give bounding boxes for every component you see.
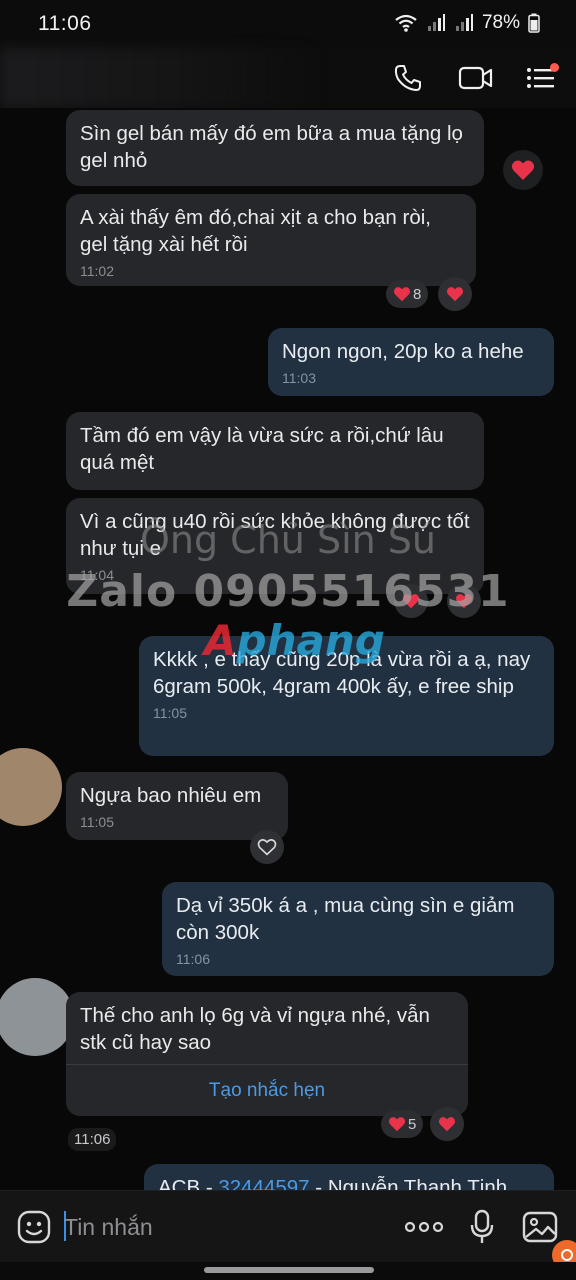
- message-bubble[interactable]: A xài thấy êm đó,chai xịt a cho bạn ròi,…: [66, 194, 476, 286]
- heart-icon: [455, 594, 473, 609]
- notification-dot: [550, 63, 559, 72]
- video-call-button[interactable]: [456, 58, 496, 98]
- reaction-button[interactable]: [503, 150, 543, 190]
- voice-button[interactable]: [462, 1207, 502, 1247]
- message-time: 11:05: [153, 705, 187, 721]
- wifi-icon: [395, 14, 417, 32]
- contact-name-blurred: [0, 48, 320, 108]
- chat-bubble-icon: [561, 1249, 573, 1261]
- message-text: Ngựa bao nhiêu em: [80, 784, 262, 807]
- bank-name: ACB: [158, 1176, 201, 1190]
- watermark-logo: Aphang: [204, 616, 385, 665]
- message-text: Dạ vỉ 350k á a , mua cùng sìn e giảm còn…: [176, 894, 515, 944]
- battery-icon: [528, 13, 540, 33]
- message-time: 11:02: [80, 263, 114, 279]
- call-button[interactable]: [388, 58, 428, 98]
- heart-icon: [393, 287, 411, 302]
- heart-icon: [438, 1117, 456, 1132]
- battery-level: 78%: [481, 12, 520, 33]
- reaction-button[interactable]: [430, 1107, 464, 1141]
- status-time: 11:06: [38, 12, 92, 35]
- home-indicator[interactable]: [204, 1267, 374, 1273]
- account-holder: Nguyễn Thanh Tịnh: [327, 1176, 508, 1190]
- avatar[interactable]: [0, 978, 74, 1056]
- emoji-icon: [17, 1210, 51, 1244]
- message-list[interactable]: Sìn gel bán mấy đó em bữa a mua tặng lọ …: [0, 108, 576, 1190]
- signal-icon: [455, 14, 473, 31]
- message-time: 11:06: [176, 951, 210, 967]
- image-icon: [522, 1211, 558, 1243]
- reaction-count: 8: [413, 285, 422, 303]
- message-time: 11:04: [80, 567, 114, 583]
- reaction-count: 5: [408, 1115, 417, 1133]
- avatar[interactable]: [0, 748, 62, 826]
- microphone-icon: [470, 1209, 494, 1243]
- reaction-button[interactable]: [250, 830, 284, 864]
- message-input-bar: [0, 1190, 576, 1262]
- message-text: Tầm đó em vậy là vừa sức a rồi,chứ lâu q…: [80, 424, 444, 474]
- chat-header: [0, 48, 576, 108]
- menu-button[interactable]: [522, 58, 562, 98]
- heart-outline-icon: [257, 839, 277, 856]
- more-dots-icon: [404, 1221, 444, 1233]
- heart-icon: [446, 287, 464, 302]
- gallery-button[interactable]: [520, 1207, 560, 1247]
- status-icons: 78%: [394, 12, 540, 34]
- message-text: Ngon ngon, 20p ko a hehe: [282, 340, 524, 363]
- reaction-summary[interactable]: [394, 584, 428, 618]
- message-bubble[interactable]: Dạ vỉ 350k á a , mua cùng sìn e giảm còn…: [162, 882, 554, 976]
- phone-icon: [394, 65, 421, 91]
- message-bubble[interactable]: Sìn gel bán mấy đó em bữa a mua tặng lọ …: [66, 110, 484, 186]
- message-bubble[interactable]: Tầm đó em vậy là vừa sức a rồi,chứ lâu q…: [66, 412, 484, 490]
- create-reminder-action[interactable]: Tạo nhắc hẹn: [66, 1064, 468, 1116]
- message-time: 11:05: [80, 814, 114, 830]
- message-text: Thế cho anh lọ 6g và vỉ ngựa nhé, vẫn st…: [80, 1004, 430, 1054]
- bank-info: ACB - 32444597 - Nguyễn Thanh Tịnh: [158, 1176, 507, 1190]
- message-bubble[interactable]: ACB - 32444597 - Nguyễn Thanh Tịnh: [144, 1164, 554, 1190]
- video-camera-icon: [458, 66, 493, 90]
- create-reminder-link[interactable]: Tạo nhắc hẹn: [209, 1077, 325, 1104]
- navigation-bar: [0, 1262, 576, 1280]
- reaction-button[interactable]: [447, 584, 481, 618]
- message-bubble[interactable]: Vì a cũng u40 rồi sức khỏe không được tố…: [66, 498, 484, 594]
- watermark-logo-part: A: [204, 616, 237, 665]
- reaction-button[interactable]: [438, 277, 472, 311]
- heart-icon: [388, 1117, 406, 1132]
- time-separator: 11:06: [68, 1128, 117, 1151]
- reaction-summary[interactable]: 5: [381, 1110, 424, 1138]
- message-text: Sìn gel bán mấy đó em bữa a mua tặng lọ …: [80, 122, 463, 172]
- message-text: Vì a cũng u40 rồi sức khỏe không được tố…: [80, 510, 470, 560]
- more-button[interactable]: [402, 1207, 446, 1247]
- emoji-button[interactable]: [14, 1207, 54, 1247]
- reaction-summary[interactable]: 8: [386, 280, 429, 308]
- message-time: 11:03: [282, 370, 316, 386]
- heart-icon: [511, 160, 535, 180]
- message-bubble[interactable]: Ngon ngon, 20p ko a hehe 11:03: [268, 328, 554, 396]
- message-bubble[interactable]: Ngựa bao nhiêu em 11:05: [66, 772, 288, 840]
- watermark-logo-part: phang: [236, 616, 385, 665]
- account-number-link[interactable]: 32444597: [218, 1176, 309, 1190]
- status-bar: 11:06 78%: [0, 0, 576, 48]
- message-bubble[interactable]: Thế cho anh lọ 6g và vỉ ngựa nhé, vẫn st…: [66, 992, 468, 1116]
- heart-icon: [402, 594, 420, 609]
- message-text: A xài thấy êm đó,chai xịt a cho bạn ròi,…: [80, 206, 431, 256]
- signal-icon: [427, 14, 445, 31]
- message-input[interactable]: [64, 1209, 364, 1245]
